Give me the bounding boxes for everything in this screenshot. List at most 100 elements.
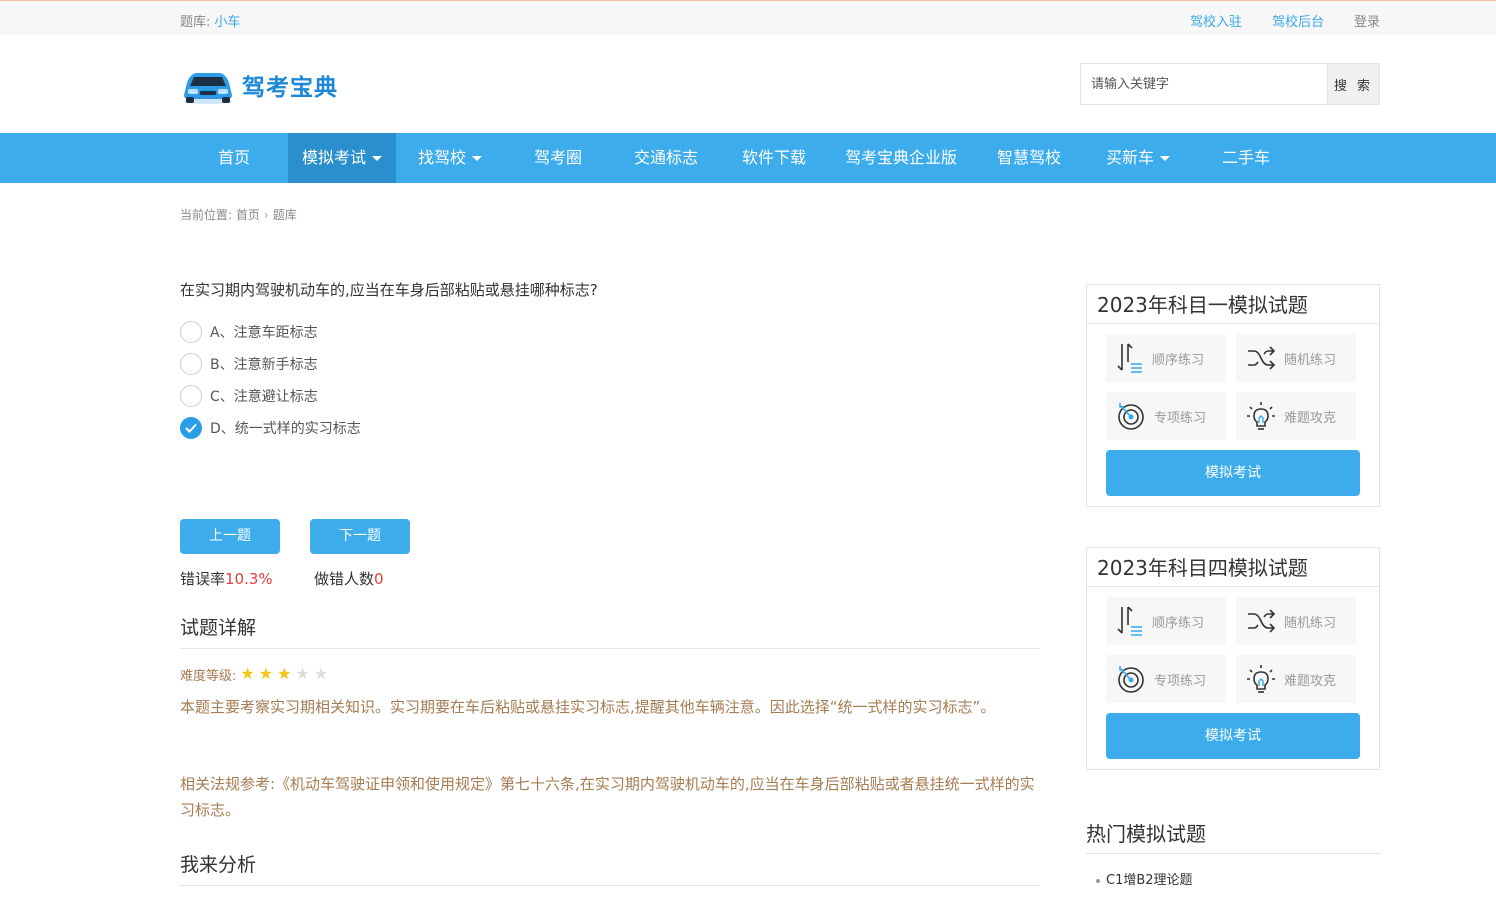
tile-label: 难题攻克 [1284,410,1337,426]
logo-text: 驾考宝典 [242,75,338,101]
breadcrumb-prefix: 当前位置: [180,208,233,222]
chevron-right-icon: › [263,208,269,222]
error-rate: 错误率10.3% [180,568,273,589]
next-question-button[interactable]: 下一题 [310,519,410,554]
difficulty-rating: 难度等级: ★ ★ ★ ★ ★ [180,665,328,685]
nav-label: 首页 [217,148,250,167]
sort-icon [1117,343,1142,373]
random-practice-tile[interactable]: 随机练习 [1236,334,1356,382]
sort-icon [1117,606,1142,636]
driving-school-admin-link[interactable]: 驾校后台 [1272,11,1324,30]
sequential-practice-tile[interactable]: 顺序练习 [1106,334,1226,382]
hot-exams-title: 热门模拟试题 [1086,818,1380,854]
option-b[interactable]: B、注意新手标志 [180,353,318,375]
nav-label: 找驾校 [417,148,466,167]
tile-label: 随机练习 [1284,352,1337,368]
random-practice-tile[interactable]: 随机练习 [1236,597,1356,645]
explain-title: 试题详解 [180,613,1040,649]
radio-unchecked-icon[interactable] [180,353,202,375]
panel-title: 2023年科目一模拟试题 [1087,285,1379,324]
mock-exam-button[interactable]: 模拟考试 [1106,713,1360,759]
login-link[interactable]: 登录 [1354,11,1380,30]
radio-unchecked-icon[interactable] [180,321,202,343]
caret-down-icon [372,156,382,161]
special-practice-tile[interactable]: 专项练习 [1106,392,1226,440]
mock-exam-button[interactable]: 模拟考试 [1106,450,1360,496]
option-label: A、注意车距标志 [210,325,318,341]
main-nav: 首页 模拟考试 找驾校 驾考圈 交通标志 软件下载 驾考宝典企业版 智慧驾校 买… [0,133,1496,183]
tile-label: 难题攻克 [1284,673,1337,689]
nav-enterprise[interactable]: 驾考宝典企业版 [828,133,974,183]
option-label: C、注意避让标志 [210,389,318,405]
nav-label: 二手车 [1221,148,1270,167]
breadcrumb-library[interactable]: 题库 [273,208,297,222]
driving-school-join-link[interactable]: 驾校入驻 [1190,11,1242,30]
sequential-practice-tile[interactable]: 顺序练习 [1106,597,1226,645]
search-box: 搜 索 [1080,63,1380,105]
error-rate-value: 10.3% [225,570,273,588]
nav-traffic-signs[interactable]: 交通标志 [612,133,720,183]
question-text: 在实习期内驾驶机动车的,应当在车身后部粘贴或悬挂哪种标志? [180,281,598,299]
prev-question-button[interactable]: 上一题 [180,519,280,554]
nav-label: 买新车 [1105,148,1154,167]
difficulty-label: 难度等级: [180,669,237,684]
nav-mock-exam[interactable]: 模拟考试 [288,133,396,183]
tile-label: 专项练习 [1154,673,1207,689]
shuffle-icon [1248,609,1276,633]
star-empty-icon: ★ [313,664,329,683]
subject-four-panel: 2023年科目四模拟试题 顺序练习 随机练习 专项练习 难题攻克 模拟考试 [1086,547,1380,770]
radio-checked-icon[interactable] [180,417,202,439]
library-value[interactable]: 小车 [214,15,240,30]
nav-label: 驾考圈 [533,148,582,167]
library-selector[interactable]: 题库: 小车 [180,11,240,30]
library-label: 题库: [180,15,211,30]
nav-label: 模拟考试 [301,148,366,167]
star-rating: ★ ★ ★ ★ ★ [236,666,328,683]
regulation-paragraph: 相关法规参考:《机动车驾驶证申领和使用规定》第七十六条,在实习期内驾驶机动车的,… [180,775,1035,819]
nav-community[interactable]: 驾考圈 [504,133,612,183]
target-icon [1118,666,1144,693]
nav-new-car[interactable]: 买新车 [1084,133,1192,183]
search-button[interactable]: 搜 索 [1327,64,1379,104]
nav-label: 驾考宝典企业版 [844,148,957,167]
nav-download[interactable]: 软件下载 [720,133,828,183]
site-logo[interactable]: 驾考宝典 [180,65,338,105]
caret-down-icon [1160,156,1170,161]
nav-find-school[interactable]: 找驾校 [396,133,504,183]
star-empty-icon: ★ [295,664,310,683]
star-filled-icon: ★ [258,664,274,683]
breadcrumb-home[interactable]: 首页 [236,208,260,222]
car-logo-icon [180,65,236,105]
search-input[interactable] [1081,64,1327,104]
tile-label: 专项练习 [1154,410,1207,426]
panel-title: 2023年科目四模拟试题 [1087,548,1379,587]
option-c[interactable]: C、注意避让标志 [180,385,318,407]
wrong-count-value: 0 [374,570,384,588]
option-label: D、统一式样的实习标志 [210,421,361,437]
target-icon [1118,403,1144,430]
subject-one-panel: 2023年科目一模拟试题 顺序练习 随机练习 专项练习 难题攻克 模拟考试 [1086,284,1380,507]
bullet-icon [1096,878,1100,883]
hard-questions-tile[interactable]: 难题攻克 [1236,392,1356,440]
tile-label: 顺序练习 [1152,352,1205,368]
nav-used-car[interactable]: 二手车 [1192,133,1300,183]
star-filled-icon: ★ [240,664,255,683]
hot-exam-link[interactable]: C1增B2理论题 [1096,869,1193,888]
hard-questions-tile[interactable]: 难题攻克 [1236,655,1356,703]
option-label: B、注意新手标志 [210,357,318,373]
tile-label: 随机练习 [1284,615,1337,631]
option-a[interactable]: A、注意车距标志 [180,321,318,343]
hot-exam-label: C1增B2理论题 [1106,873,1193,888]
caret-down-icon [472,156,482,161]
radio-unchecked-icon[interactable] [180,385,202,407]
nav-label: 交通标志 [633,148,698,167]
wrong-count-label: 做错人数 [314,570,375,588]
star-filled-icon: ★ [277,664,292,683]
nav-smart-school[interactable]: 智慧驾校 [974,133,1084,183]
error-rate-label: 错误率 [180,570,226,588]
special-practice-tile[interactable]: 专项练习 [1106,655,1226,703]
option-d[interactable]: D、统一式样的实习标志 [180,417,361,439]
top-bar: 题库: 小车 驾校入驻 驾校后台 登录 [0,0,1496,35]
nav-home[interactable]: 首页 [180,133,288,183]
breadcrumb: 当前位置: 首页 › 题库 [180,206,297,223]
